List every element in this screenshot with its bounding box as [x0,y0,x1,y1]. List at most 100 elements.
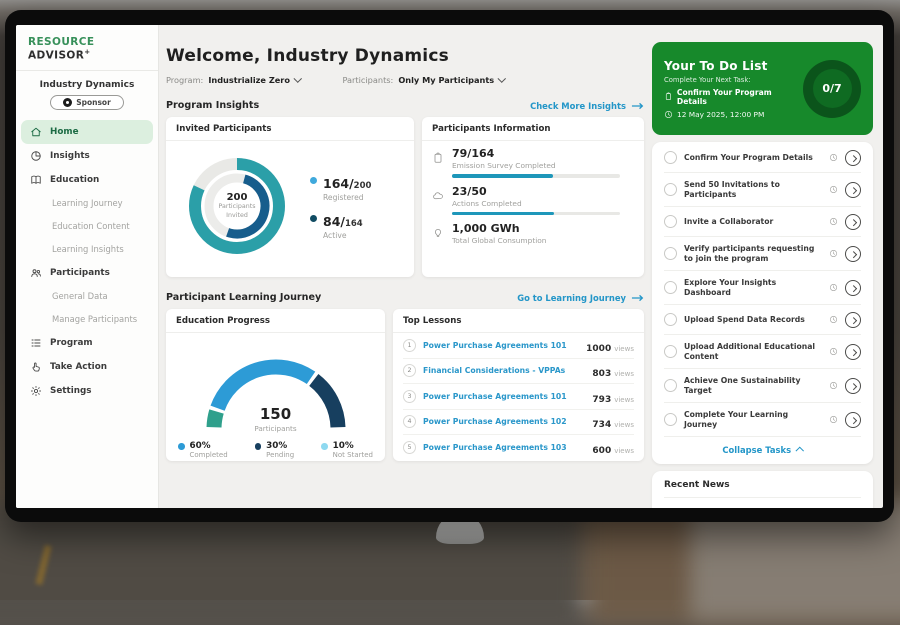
invited-participants-body: 200 Participants Invited 164/200Register… [166,141,414,267]
lesson-title-link[interactable]: Power Purchase Agreements 101 [423,341,579,350]
legend-dot-icon [310,177,317,184]
tasks-card: Confirm Your Program DetailsSend 50 Invi… [652,142,873,464]
task-checkbox[interactable] [664,379,677,392]
task-row[interactable]: Explore Your Insights Dashboard [664,271,861,305]
collapse-tasks-label: Collapse Tasks [722,445,791,455]
program-icon [30,337,42,349]
lesson-title-link[interactable]: Power Purchase Agreements 101 [423,392,585,401]
journey-cards-row: Education Progress 150 Participants 60%C… [166,309,644,461]
lesson-row: 1Power Purchase Agreements 1011000views [403,333,634,359]
task-row[interactable]: Upload Additional Educational Content [664,335,861,369]
program-insights-header: Program Insights Check More Insights [166,100,644,111]
gauge-legend-text: 10%Not Started [333,441,373,459]
sidebar-item-label: Home [50,127,79,137]
top-lessons-list: 1Power Purchase Agreements 1011000views2… [393,333,644,460]
task-checkbox[interactable] [664,313,677,326]
chevron-right-icon [850,252,856,258]
legend-dot-icon [310,215,317,222]
clock-icon [829,153,838,162]
lesson-views-word: views [614,421,634,429]
task-checkbox[interactable] [664,247,677,260]
task-checkbox[interactable] [664,151,677,164]
legend-text: 164/200Registered [323,173,371,202]
task-row[interactable]: Upload Spend Data Records [664,305,861,335]
chevron-right-icon [850,418,856,424]
todo-progress-ring: 0/7 [803,60,861,118]
task-checkbox[interactable] [664,413,677,426]
sidebar-item-label: General Data [52,291,108,301]
sidebar-item-home[interactable]: Home [21,120,153,144]
task-row[interactable]: Complete Your Learning Journey [664,403,861,437]
task-row[interactable]: Send 50 Invitations to Participants [664,173,861,207]
task-row[interactable]: Confirm Your Program Details [664,143,861,173]
check-more-insights-link[interactable]: Check More Insights [530,101,644,111]
monitor-bezel: RESOURCE ADVISOR+ Industry Dynamics Spon… [5,10,894,522]
lesson-views: 734views [592,412,634,431]
task-open-button[interactable] [845,378,861,394]
info-stat-text: 79/164Emission Survey Completed [452,147,620,178]
gauge-legend-item: 30%Pending [255,441,294,459]
lesson-title-link[interactable]: Power Purchase Agreements 102 [423,417,585,426]
task-checkbox[interactable] [664,215,677,228]
collapse-tasks-link[interactable]: Collapse Tasks [664,437,861,460]
arrow-right-icon [631,102,644,110]
clock-icon [829,249,838,258]
go-to-learning-journey-link[interactable]: Go to Learning Journey [517,293,644,303]
recent-news-card: Recent News [652,471,873,508]
todo-panel: Your To Do List Complete Your Next Task:… [652,42,873,508]
sidebar-item-education[interactable]: Education [21,168,153,192]
participants-information-body: 79/164Emission Survey Completed23/50Acti… [422,141,644,245]
sidebar-item-label: Learning Insights [52,244,124,254]
clock-icon [829,415,838,424]
task-open-button[interactable] [845,246,861,262]
sidebar-item-education-content[interactable]: Education Content [21,215,153,238]
task-open-button[interactable] [845,412,861,428]
participants-icon [30,267,42,279]
task-open-button[interactable] [845,344,861,360]
legend-text: 84/164Active [323,211,363,240]
task-row[interactable]: Achieve One Sustainability Target [664,369,861,403]
sidebar-item-manage-participants[interactable]: Manage Participants [21,308,153,331]
gauge-legend-value: 10% [333,441,373,451]
lesson-row: 2Financial Considerations - VPPAs803view… [403,359,634,385]
task-checkbox[interactable] [664,183,677,196]
invited-participants-card: Invited Participants 200 Participants In… [166,117,414,277]
chevron-right-icon [850,350,856,356]
lesson-rank: 4 [403,415,416,428]
lesson-views-count: 1000 [586,344,611,354]
task-open-button[interactable] [845,312,861,328]
gauge-center-value: 150 [191,405,361,423]
task-open-button[interactable] [845,182,861,198]
lesson-title-link[interactable]: Power Purchase Agreements 103 [423,443,585,452]
info-stat-label: Emission Survey Completed [452,161,620,170]
sidebar-item-label: Settings [50,386,92,396]
education-gauge-chart: 150 Participants [191,341,361,435]
task-row[interactable]: Invite a Collaborator [664,207,861,237]
sidebar-item-learning-insights[interactable]: Learning Insights [21,238,153,261]
sidebar-item-general-data[interactable]: General Data [21,285,153,308]
background-desk-left [0,505,580,625]
lesson-row: 3Power Purchase Agreements 101793views [403,384,634,410]
sponsor-badge: Sponsor [50,95,124,110]
sidebar-item-take-action[interactable]: Take Action [21,355,153,379]
lesson-title-link[interactable]: Financial Considerations - VPPAs [423,366,585,375]
sidebar-item-program[interactable]: Program [21,331,153,355]
arrow-right-icon [631,294,644,302]
sidebar-item-learning-journey[interactable]: Learning Journey [21,192,153,215]
info-stat-text: 1,000 GWhTotal Global Consumption [452,222,546,245]
task-label: Upload Additional Educational Content [684,342,822,362]
task-checkbox[interactable] [664,281,677,294]
task-open-button[interactable] [845,214,861,230]
sidebar-item-settings[interactable]: Settings [21,379,153,403]
task-open-button[interactable] [845,150,861,166]
todo-hero-card: Your To Do List Complete Your Next Task:… [652,42,873,135]
program-filter-dropdown[interactable]: Program: Industrialize Zero [166,75,300,85]
sidebar-item-insights[interactable]: Insights [21,144,153,168]
sidebar-item-participants[interactable]: Participants [21,261,153,285]
task-row[interactable]: Verify participants requesting to join t… [664,237,861,271]
clipboard-icon [432,152,444,164]
task-checkbox[interactable] [664,345,677,358]
participants-filter-dropdown[interactable]: Participants: Only My Participants [342,75,504,85]
task-open-button[interactable] [845,280,861,296]
todo-title: Your To Do List [664,59,803,73]
